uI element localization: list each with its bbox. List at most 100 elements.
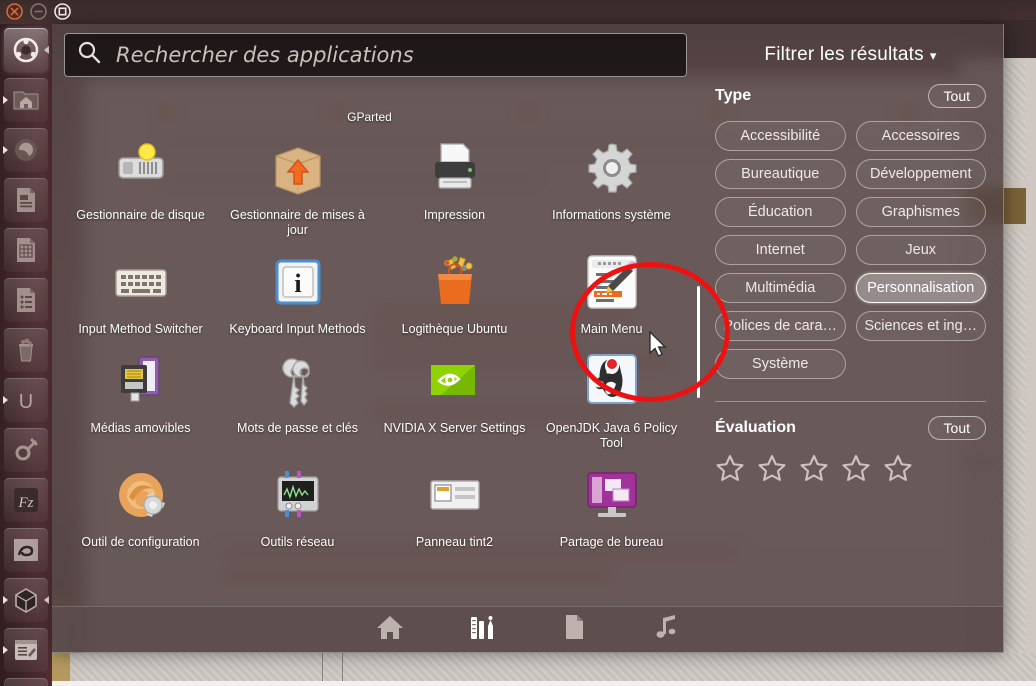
close-icon[interactable] <box>6 3 23 20</box>
window-controls[interactable] <box>6 3 71 20</box>
minimize-icon[interactable] <box>30 3 47 20</box>
maximize-icon[interactable] <box>54 3 71 20</box>
launcher-item-virtualbox[interactable] <box>3 578 49 622</box>
app-tile-software-center[interactable]: Logithèque Ubuntu <box>376 238 533 337</box>
star-icon-4[interactable] <box>841 453 871 483</box>
launcher-item-system-tools[interactable] <box>4 428 48 472</box>
desktop-bottom-strip <box>52 653 1036 686</box>
unity-launcher[interactable]: U Fz <box>0 24 52 686</box>
filter-option-multimedia[interactable]: Multimédia <box>715 273 846 303</box>
launcher-arrow-left-icon <box>3 646 8 654</box>
filter-option-accessibilite[interactable]: Accessibilité <box>715 121 846 151</box>
app-label: Outil de configuration <box>81 535 200 549</box>
launcher-item-main-menu[interactable] <box>3 628 48 672</box>
app-tile-disk-manager[interactable]: Gestionnaire de disque <box>62 124 219 238</box>
main-menu-icon <box>11 635 41 665</box>
svg-text:i: i <box>294 269 301 298</box>
rating-filter-label: Évaluation <box>715 419 796 436</box>
libreoffice-impress-icon <box>11 285 41 315</box>
home-icon <box>375 612 405 647</box>
filezilla-icon: Fz <box>11 485 41 515</box>
filter-option-education[interactable]: Éducation <box>715 197 846 227</box>
launcher-item-ubuntu-dash[interactable] <box>4 28 49 72</box>
filter-option-personnalisation[interactable]: Personnalisation <box>855 273 986 303</box>
main-menu-pencil-icon <box>580 250 644 314</box>
app-tile-keyboard-input-methods[interactable]: i Keyboard Input Methods <box>219 238 376 337</box>
filter-option-graphismes[interactable]: Graphismes <box>855 197 986 227</box>
app-tile-passwords-and-keys[interactable]: Mots de passe et clés <box>219 337 376 451</box>
rating-filter-all-button[interactable]: Tout <box>927 416 986 440</box>
libreoffice-writer-icon <box>11 185 41 215</box>
home-folder-icon <box>11 85 41 115</box>
category-header-label: GParted <box>347 110 392 124</box>
applications-lens-button[interactable] <box>466 614 498 646</box>
filter-panel: Filtrer les résultats ▾ Type Tout Accessi… <box>697 24 1003 652</box>
app-label: Gestionnaire de disque <box>76 208 205 222</box>
launcher-arrow-left-icon <box>3 596 8 604</box>
printer-icon <box>423 136 487 200</box>
launcher-item-libreoffice-impress[interactable] <box>4 278 48 322</box>
app-label: Partage de bureau <box>559 535 664 549</box>
star-icon-3[interactable] <box>799 453 829 483</box>
filter-option-internet[interactable]: Internet <box>715 235 846 265</box>
app-tile-system-info[interactable]: Informations système <box>533 124 690 238</box>
firefox-icon <box>11 135 41 165</box>
type-filter-all-button[interactable]: Tout <box>927 84 986 108</box>
rating-stars[interactable] <box>715 453 986 483</box>
type-filter-label: Type <box>715 87 752 104</box>
app-label: Médias amovibles <box>90 421 191 435</box>
launcher-item-libreoffice-calc[interactable] <box>4 228 48 272</box>
home-lens-button[interactable] <box>374 614 406 646</box>
app-label: Informations système <box>552 208 671 222</box>
trash-icon <box>11 335 41 365</box>
star-icon-2[interactable] <box>757 453 787 483</box>
app-row: Gestionnaire de disque Gestionnaire de m… <box>62 124 692 238</box>
app-tile-desktop-sharing[interactable]: Partage de bureau <box>533 451 690 550</box>
launcher-item-libreoffice-writer[interactable] <box>4 178 48 222</box>
ubuntu-logo-icon <box>11 35 41 65</box>
app-label: Gestionnaire de mises à jour <box>230 208 365 237</box>
app-label: Input Method Switcher <box>78 322 203 336</box>
filter-option-accessoires[interactable]: Accessoires <box>855 121 986 151</box>
filter-option-polices[interactable]: Polices de cara… <box>715 311 846 341</box>
filter-option-sciences[interactable]: Sciences et ing… <box>855 311 986 341</box>
dash-lens-bar[interactable] <box>52 606 1003 652</box>
app-tile-update-manager[interactable]: Gestionnaire de mises à jour <box>219 124 376 238</box>
filter-results-label: Filtrer les résultats <box>764 44 924 65</box>
files-lens-button[interactable] <box>558 614 590 646</box>
type-filter-header: Type Tout <box>715 84 986 108</box>
app-tile-network-tools[interactable]: Outils réseau <box>219 451 376 550</box>
star-icon-1[interactable] <box>715 453 745 483</box>
launcher-item-home-folder[interactable] <box>3 78 48 122</box>
tint2-panel-icon <box>423 463 487 527</box>
music-lens-button[interactable] <box>650 614 682 646</box>
app-tile-removable-media[interactable]: Médias amovibles <box>62 337 219 451</box>
nautilus-config-icon <box>109 463 173 527</box>
launcher-item-python[interactable] <box>4 528 48 572</box>
filter-option-bureautique[interactable]: Bureautique <box>715 159 846 189</box>
software-center-bag-icon <box>423 250 487 314</box>
filter-results-toggle[interactable]: Filtrer les résultats ▾ <box>715 44 986 66</box>
search-input[interactable]: Rechercher des applications <box>64 33 687 77</box>
launcher-item-filezilla[interactable]: Fz <box>4 478 48 522</box>
launcher-item-trash[interactable] <box>4 328 48 372</box>
app-tile-main-menu[interactable]: Main Menu <box>533 238 690 337</box>
launcher-arrow-left-icon <box>3 396 8 404</box>
app-label: Logithèque Ubuntu <box>401 322 508 336</box>
app-tile-nvidia-settings[interactable]: NVIDIA X Server Settings <box>376 337 533 451</box>
filter-option-developpement[interactable]: Développement <box>855 159 986 189</box>
app-tile-printing[interactable]: Impression <box>376 124 533 238</box>
launcher-item-ubuntu-one[interactable]: U <box>3 378 48 422</box>
launcher-item-firefox[interactable] <box>3 128 48 172</box>
launcher-item-gparted[interactable] <box>4 678 48 686</box>
disk-manager-icon <box>109 136 173 200</box>
filter-option-systeme[interactable]: Système <box>715 349 846 379</box>
star-icon-5[interactable] <box>883 453 913 483</box>
app-tile-tint2-panel[interactable]: Panneau tint2 <box>376 451 533 550</box>
filter-option-jeux[interactable]: Jeux <box>855 235 986 265</box>
chevron-down-icon: ▾ <box>929 48 937 63</box>
app-tile-configuration-editor[interactable]: Outil de configuration <box>62 451 219 550</box>
app-tile-input-method-switcher[interactable]: Input Method Switcher <box>62 238 219 337</box>
update-manager-icon <box>266 136 330 200</box>
music-note-icon <box>651 612 681 647</box>
